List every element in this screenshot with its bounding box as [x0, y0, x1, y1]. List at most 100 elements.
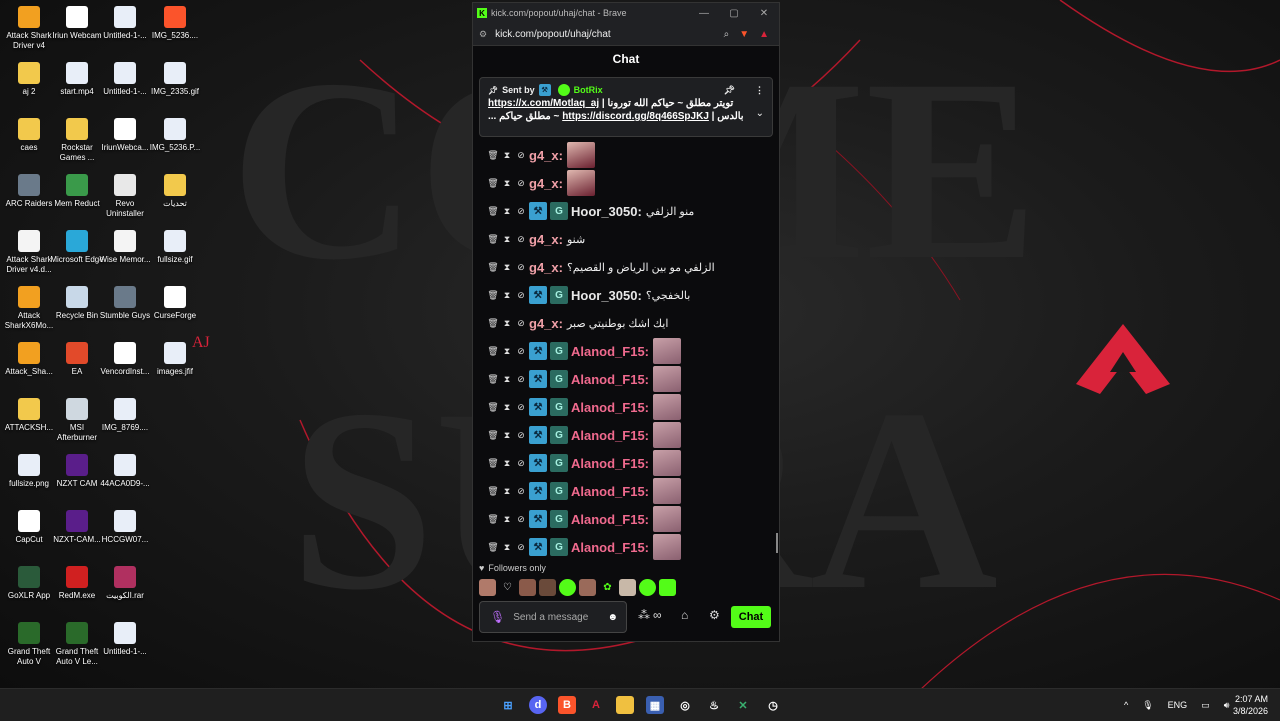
timeout-icon[interactable]: ⧗: [501, 486, 513, 497]
desktop-icon[interactable]: MSI Afterburner: [50, 398, 104, 443]
chat-username[interactable]: g4_x:: [529, 260, 563, 275]
desktop-icon[interactable]: Attack_Sha...: [2, 342, 56, 377]
emote-heart-icon[interactable]: ♡: [499, 579, 516, 596]
microphone-tray-icon[interactable]: 🎙︎: [1142, 700, 1153, 711]
volume-icon[interactable]: 🔊︎: [1224, 700, 1230, 711]
kick-points-icon[interactable]: ⁂: [638, 608, 650, 622]
ban-icon[interactable]: ⊘: [515, 318, 527, 329]
timeout-icon[interactable]: ⧗: [501, 542, 513, 553]
chat-message[interactable]: 🗑︎ ⧗ ⊘ g4_x: الزلفي مو بين الرياض و القصيم؟: [473, 253, 779, 281]
chat-settings-icon[interactable]: ⚙: [709, 608, 720, 622]
delete-icon[interactable]: 🗑︎: [487, 234, 499, 245]
desktop-icon[interactable]: Microsoft Edge: [50, 230, 104, 265]
timeout-icon[interactable]: ⧗: [501, 290, 513, 301]
timeout-icon[interactable]: ⧗: [501, 346, 513, 357]
microphone-icon[interactable]: 🎙︎: [490, 610, 505, 624]
chat-message[interactable]: 🗑︎ ⧗ ⊘ ⚒ G Alanod_F15:: [473, 533, 779, 561]
timeout-icon[interactable]: ⧗: [501, 318, 513, 329]
delete-icon[interactable]: 🗑︎: [487, 318, 499, 329]
address-bar[interactable]: ⚙ kick.com/popout/uhaj/chat ⌕ ▼ ▲: [473, 23, 779, 46]
ban-icon[interactable]: ⊘: [515, 262, 527, 273]
delete-icon[interactable]: 🗑︎: [487, 150, 499, 161]
chat-message[interactable]: 🗑︎ ⧗ ⊘ ⚒ G Alanod_F15:: [473, 393, 779, 421]
desktop-icon[interactable]: 44ACA0D9-...: [98, 454, 152, 489]
ban-icon[interactable]: ⊘: [515, 290, 527, 301]
desktop-icon[interactable]: GoXLR App: [2, 566, 56, 601]
emote-frog-icon[interactable]: ✿: [599, 579, 616, 596]
desktop-icon[interactable]: Attack Shark Driver v4.d...: [2, 230, 56, 275]
chat-username[interactable]: Alanod_F15:: [571, 456, 649, 471]
ban-icon[interactable]: ⊘: [515, 178, 527, 189]
clock[interactable]: 2:07 AM 3/8/2026: [1233, 693, 1268, 717]
desktop-icon[interactable]: تحديات: [148, 174, 202, 209]
desktop-icon[interactable]: Untitled-1-...: [98, 6, 152, 41]
desktop-icon[interactable]: IMG_5236....: [148, 6, 202, 41]
desktop-icon[interactable]: aj 2: [2, 62, 56, 97]
emote-face-icon[interactable]: [539, 579, 556, 596]
delete-icon[interactable]: 🗑︎: [487, 374, 499, 385]
timeout-icon[interactable]: ⧗: [501, 458, 513, 469]
chat-message[interactable]: 🗑︎ ⧗ ⊘ g4_x: ايك اشك بوطنيتي صبر: [473, 309, 779, 337]
desktop-icon[interactable]: RedM.exe: [50, 566, 104, 601]
emote-face-icon[interactable]: [519, 579, 536, 596]
unpin-icon[interactable]: 📌︎: [724, 85, 735, 96]
file-explorer-icon[interactable]: [616, 696, 634, 714]
url-text[interactable]: kick.com/popout/uhaj/chat: [495, 29, 611, 40]
chevron-up-icon[interactable]: ^: [1124, 700, 1128, 710]
ban-icon[interactable]: ⊘: [515, 150, 527, 161]
twitter-link[interactable]: https://x.com/Motlaq_aj: [488, 98, 599, 109]
delete-icon[interactable]: 🗑︎: [487, 542, 499, 553]
desktop-icon[interactable]: NZXT-CAM...: [50, 510, 104, 545]
timeout-icon[interactable]: ⧗: [501, 514, 513, 525]
chat-username[interactable]: g4_x:: [529, 316, 563, 331]
timeout-icon[interactable]: ⧗: [501, 234, 513, 245]
steam-icon[interactable]: ♨: [705, 696, 723, 714]
ban-icon[interactable]: ⊘: [515, 346, 527, 357]
timeout-icon[interactable]: ⧗: [501, 430, 513, 441]
brave-taskbar-icon[interactable]: B: [558, 696, 576, 714]
app-icon[interactable]: ▦: [646, 696, 664, 714]
delete-icon[interactable]: 🗑︎: [487, 458, 499, 469]
delete-icon[interactable]: 🗑︎: [487, 178, 499, 189]
delete-icon[interactable]: 🗑︎: [487, 402, 499, 413]
delete-icon[interactable]: 🗑︎: [487, 486, 499, 497]
brave-shields-icon[interactable]: ▼: [739, 29, 749, 40]
emote-face-icon[interactable]: [479, 579, 496, 596]
desktop-icon[interactable]: Untitled-1-...: [98, 622, 152, 657]
timeout-icon[interactable]: ⧗: [501, 178, 513, 189]
desktop-icon[interactable]: Wise Memor...: [98, 230, 152, 265]
iriun-icon[interactable]: ◎: [676, 696, 694, 714]
clock-app-icon[interactable]: ◷: [764, 696, 782, 714]
chat-username[interactable]: Alanod_F15:: [571, 540, 649, 555]
desktop-icon[interactable]: VencordInst...: [98, 342, 152, 377]
ban-icon[interactable]: ⊘: [515, 430, 527, 441]
desktop-icon[interactable]: Rockstar Games ...: [50, 118, 104, 163]
desktop-icon[interactable]: الكوبيت.rar: [98, 566, 152, 601]
chevron-down-icon[interactable]: ⌄: [756, 108, 764, 119]
emote-alien-icon[interactable]: [639, 579, 656, 596]
desktop-icon[interactable]: Mem Reduct: [50, 174, 104, 209]
desktop-icon[interactable]: IMG_5236.P...: [148, 118, 202, 153]
network-icon[interactable]: ▭: [1201, 700, 1210, 711]
chat-username[interactable]: Alanod_F15:: [571, 400, 649, 415]
timeout-icon[interactable]: ⧗: [501, 150, 513, 161]
ban-icon[interactable]: ⊘: [515, 402, 527, 413]
ban-icon[interactable]: ⊘: [515, 542, 527, 553]
chat-message[interactable]: 🗑︎ ⧗ ⊘ g4_x:: [473, 141, 779, 169]
chat-username[interactable]: g4_x:: [529, 232, 563, 247]
chat-username[interactable]: Alanod_F15:: [571, 512, 649, 527]
chat-username[interactable]: Alanod_F15:: [571, 484, 649, 499]
desktop-icon[interactable]: fullsize.gif: [148, 230, 202, 265]
ban-icon[interactable]: ⊘: [515, 514, 527, 525]
rewards-icon[interactable]: ▲: [759, 29, 769, 40]
chat-username[interactable]: Alanod_F15:: [571, 428, 649, 443]
ban-icon[interactable]: ⊘: [515, 458, 527, 469]
desktop-icon[interactable]: CapCut: [2, 510, 56, 545]
desktop-icon[interactable]: EA: [50, 342, 104, 377]
delete-icon[interactable]: 🗑︎: [487, 262, 499, 273]
desktop-icon[interactable]: CurseForge: [148, 286, 202, 321]
chat-message[interactable]: 🗑︎ ⧗ ⊘ ⚒ G Alanod_F15:: [473, 421, 779, 449]
desktop-icon[interactable]: Attack SharkX6Mo...: [2, 286, 56, 331]
goxlr-taskbar-icon[interactable]: ✕: [734, 696, 752, 714]
chat-username[interactable]: g4_x:: [529, 148, 563, 163]
